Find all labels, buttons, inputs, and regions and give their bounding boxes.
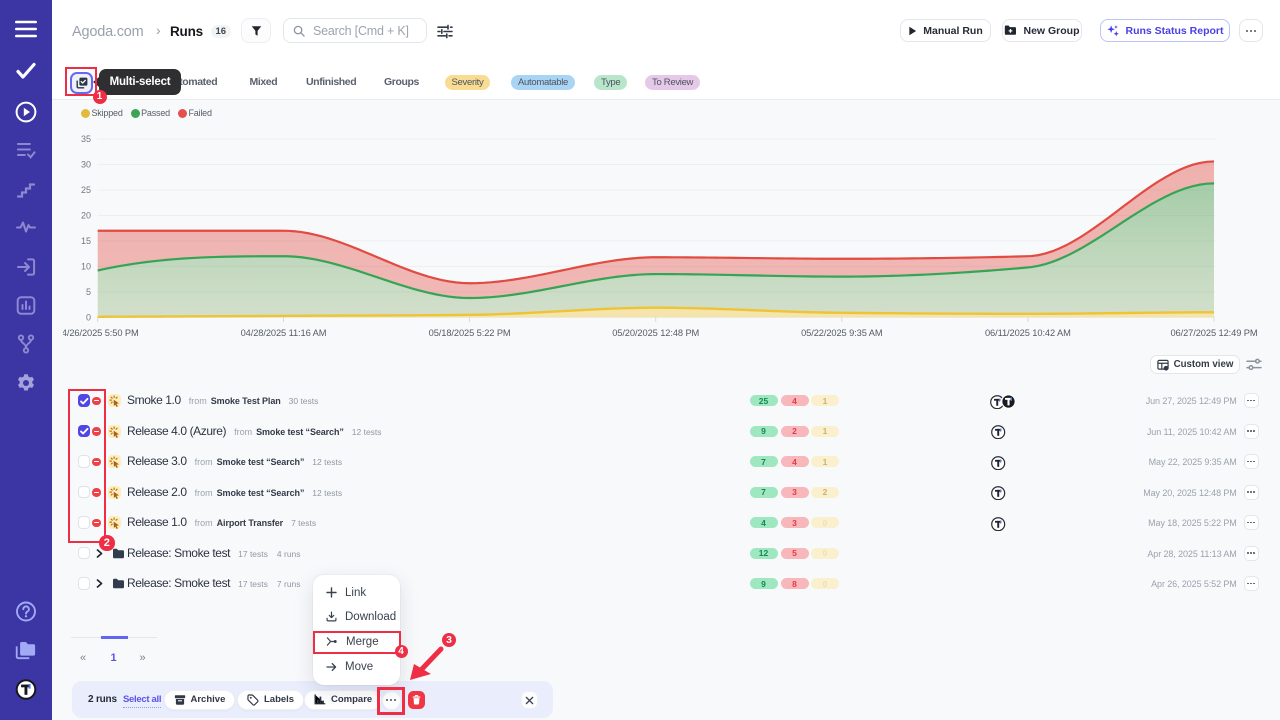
svg-text:35: 35 (81, 134, 91, 144)
svg-text:20: 20 (81, 211, 91, 221)
svg-text:0: 0 (86, 312, 91, 322)
svg-text:10: 10 (81, 261, 91, 271)
svg-text:06/11/2025 10:42 AM: 06/11/2025 10:42 AM (985, 328, 1071, 338)
svg-text:5: 5 (86, 287, 91, 297)
svg-text:05/20/2025 12:48 PM: 05/20/2025 12:48 PM (612, 328, 699, 338)
svg-text:05/22/2025 9:35 AM: 05/22/2025 9:35 AM (801, 328, 882, 338)
svg-text:25: 25 (81, 185, 91, 195)
svg-text:04/26/2025 5:50 PM: 04/26/2025 5:50 PM (63, 328, 139, 338)
svg-text:05/18/2025 5:22 PM: 05/18/2025 5:22 PM (429, 328, 511, 338)
svg-text:04/28/2025 11:16 AM: 04/28/2025 11:16 AM (241, 328, 327, 338)
svg-text:30: 30 (81, 160, 91, 170)
svg-text:15: 15 (81, 236, 91, 246)
svg-text:06/27/2025 12:49 PM: 06/27/2025 12:49 PM (1170, 328, 1257, 338)
